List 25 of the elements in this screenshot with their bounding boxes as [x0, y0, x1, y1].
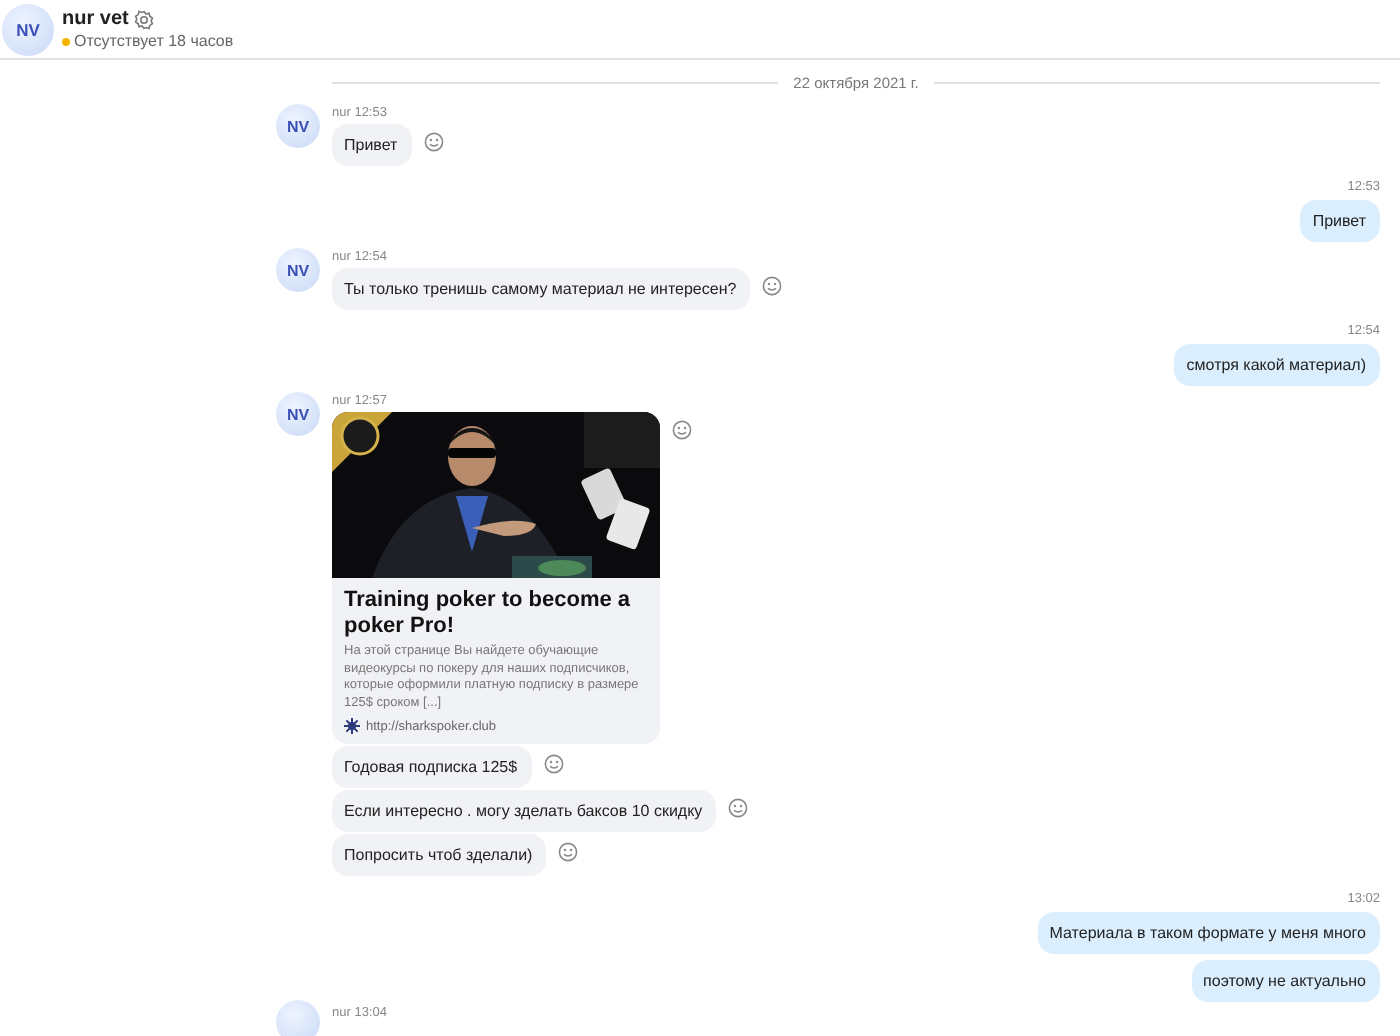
message-bubble: Материала в таком формате у меня много — [1037, 912, 1380, 954]
presence-status: Отсутствует 18 часов — [74, 32, 234, 50]
contact-name: nur vet — [62, 8, 129, 30]
message-bubble: поэтому не актуально — [1191, 960, 1380, 1002]
emoji-icon[interactable] — [423, 132, 444, 152]
emoji-icon[interactable] — [672, 420, 692, 440]
link-preview-card[interactable] — [332, 412, 660, 744]
message-bubble: Попросить чтоб зделали) — [332, 834, 547, 876]
message-bubble: Привет — [1300, 200, 1380, 242]
settings-icon[interactable] — [134, 9, 155, 29]
contact-avatar[interactable]: NV — [2, 3, 54, 55]
message-bubble: Привет — [332, 124, 412, 166]
contact-avatar[interactable]: NV — [276, 248, 320, 292]
emoji-icon[interactable] — [558, 842, 579, 862]
site-icon — [344, 718, 360, 734]
link-title: Training poker to become a poker Pro! — [342, 586, 633, 642]
emoji-icon[interactable] — [762, 276, 783, 296]
contact-avatar[interactable]: NV — [276, 104, 320, 148]
message-bubble: Если интересно . могу зделать баксов 10 скидку — [332, 790, 717, 832]
message-bubble: Годовая подписка 125$ — [332, 746, 532, 788]
message-bubble: Ты только тренишь самому материал не интересен? — [332, 268, 751, 310]
emoji-icon[interactable] — [543, 754, 564, 774]
emoji-icon[interactable] — [728, 798, 749, 818]
message-bubble: смотря какой материал) — [1174, 344, 1380, 386]
contact-avatar[interactable]: NV — [276, 392, 320, 436]
